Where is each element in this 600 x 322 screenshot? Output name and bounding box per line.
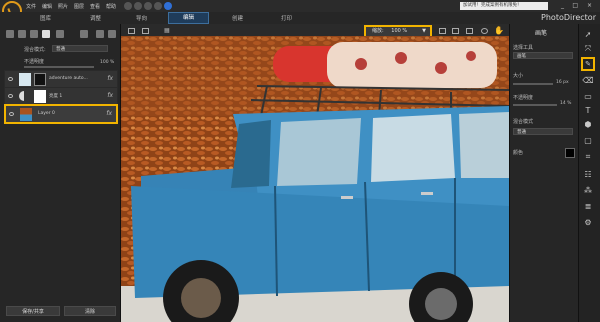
tab-library[interactable]: 图库 xyxy=(40,14,51,22)
rotate-right-icon[interactable] xyxy=(452,28,459,34)
menu-photo[interactable]: 照片 xyxy=(58,3,68,10)
group-icon[interactable] xyxy=(96,30,104,38)
panel-title: 画笔 xyxy=(535,30,548,37)
rotate-left-icon[interactable] xyxy=(439,28,446,34)
tab-guided[interactable]: 导向 xyxy=(136,14,147,22)
layer-name: adventure auto... xyxy=(49,76,88,81)
minimize-button[interactable]: _ xyxy=(561,2,564,9)
opacity-slider[interactable] xyxy=(24,66,94,68)
notification-icon[interactable] xyxy=(124,2,132,10)
close-button[interactable]: × xyxy=(587,2,592,9)
shape-icon[interactable]: ▢ xyxy=(582,136,594,146)
hand-icon[interactable]: ✋ xyxy=(494,26,504,35)
fx-icon[interactable]: fx xyxy=(106,110,112,117)
save-share-button[interactable]: 保存/共享 xyxy=(6,306,60,316)
brush-settings-panel xyxy=(509,24,579,322)
menu-file[interactable]: 文件 xyxy=(26,3,36,10)
clear-button[interactable]: 清除 xyxy=(64,306,116,316)
brush-tool-select[interactable]: 画笔 xyxy=(513,52,573,59)
layer-row-selected[interactable]: Layer 0 fx xyxy=(4,104,118,124)
cloud-icon[interactable] xyxy=(134,2,142,10)
update-notice-button[interactable]: 加试用！完成案例有机限免！ xyxy=(460,2,548,10)
fx-icon[interactable]: fx xyxy=(107,75,113,82)
user-icon[interactable] xyxy=(144,2,152,10)
compare-icon[interactable] xyxy=(128,28,135,34)
photo-icon[interactable] xyxy=(142,28,149,34)
menu-help[interactable]: 帮助 xyxy=(106,3,116,10)
rect-icon[interactable]: ▭ xyxy=(582,92,594,102)
tab-print[interactable]: 打印 xyxy=(281,14,292,22)
brush-opacity-slider[interactable] xyxy=(513,104,557,106)
fill-icon[interactable]: ⬢ xyxy=(582,120,594,130)
crop-icon[interactable]: ⌗ xyxy=(582,152,594,162)
layer-thumbnail xyxy=(20,108,32,121)
blend-mode-label: 混合模式: xyxy=(24,47,46,53)
new-layer-icon[interactable] xyxy=(6,30,14,38)
visibility-icon[interactable] xyxy=(8,77,13,81)
eraser-icon[interactable]: ⌫ xyxy=(582,76,594,86)
size-slider[interactable] xyxy=(513,83,553,85)
text-icon[interactable]: T xyxy=(582,106,594,116)
layer-mask-thumbnail xyxy=(34,73,46,86)
settings-gear-icon[interactable]: ⚙ xyxy=(582,218,594,228)
layer-thumbnail xyxy=(19,73,31,86)
zoom-icon[interactable] xyxy=(481,28,488,34)
zoom-label: 缩放: xyxy=(372,28,384,34)
settings-icon[interactable] xyxy=(154,2,162,10)
layer-mask-thumbnail xyxy=(34,90,46,103)
layers-icon[interactable]: ≣ xyxy=(582,202,594,212)
brush-opacity-value: 14 % xyxy=(560,101,572,106)
brush-tool-label: 选择工具 xyxy=(513,45,534,51)
adjust-layer-icon[interactable] xyxy=(30,30,38,38)
adjustment-icon xyxy=(19,91,29,101)
visibility-icon[interactable] xyxy=(8,94,13,98)
adjust-icon[interactable]: ☷ xyxy=(582,170,594,180)
pointer-icon[interactable]: ➚ xyxy=(582,30,594,40)
photo-canvas[interactable] xyxy=(121,36,509,322)
canvas-toolbar xyxy=(121,24,509,36)
layer-name: Layer 0 xyxy=(38,111,55,116)
maximize-button[interactable]: □ xyxy=(572,2,578,9)
brush-blend-label: 混合模式 xyxy=(513,119,534,125)
layer-row[interactable]: adventure auto... fx xyxy=(4,70,118,88)
layer-name: 亮度 1 xyxy=(49,94,63,99)
size-label: 大小 xyxy=(513,73,524,79)
layers-panel xyxy=(0,24,121,322)
grid-icon[interactable]: ▦ xyxy=(164,28,171,34)
opacity-label: 不透明度 xyxy=(24,59,45,65)
tab-edit[interactable]: 编辑 xyxy=(168,12,210,24)
opacity-value: 100 % xyxy=(100,60,115,65)
size-value: 16 px xyxy=(556,80,569,85)
blend-mode-select[interactable]: 普通 xyxy=(52,45,108,52)
chevron-down-icon: ▼ xyxy=(422,28,426,34)
effects-icon[interactable]: ⁂ xyxy=(582,186,594,196)
tab-adjust[interactable]: 调整 xyxy=(90,14,101,22)
menu-view[interactable]: 查看 xyxy=(90,3,100,10)
car-photo xyxy=(121,36,509,322)
image-layer-icon[interactable] xyxy=(18,30,26,38)
brush-opacity-label: 不透明度 xyxy=(513,95,534,101)
delete-icon[interactable] xyxy=(108,30,116,38)
zoom-value: 100 % xyxy=(391,28,408,34)
duplicate-icon[interactable] xyxy=(56,30,64,38)
visibility-icon[interactable] xyxy=(9,112,14,116)
fx-icon[interactable]: fx xyxy=(107,92,113,99)
menu-layer[interactable]: 图层 xyxy=(74,3,84,10)
move-icon[interactable]: ⤧ xyxy=(582,44,594,54)
filter-icon[interactable] xyxy=(80,30,88,38)
flip-icon[interactable] xyxy=(466,28,473,34)
tab-create[interactable]: 创建 xyxy=(232,14,243,22)
layer-row[interactable]: 亮度 1 fx xyxy=(4,87,118,105)
upgrade-icon[interactable] xyxy=(164,2,172,10)
brush-blend-select[interactable]: 普通 xyxy=(513,128,573,135)
menu-edit[interactable]: 编辑 xyxy=(42,3,52,10)
color-swatch[interactable] xyxy=(565,148,575,158)
mask-icon[interactable] xyxy=(42,30,50,38)
brand-name: PhotoDirector xyxy=(541,13,596,22)
color-label: 颜色 xyxy=(513,150,524,156)
brush-icon[interactable]: ✎ xyxy=(581,57,595,71)
